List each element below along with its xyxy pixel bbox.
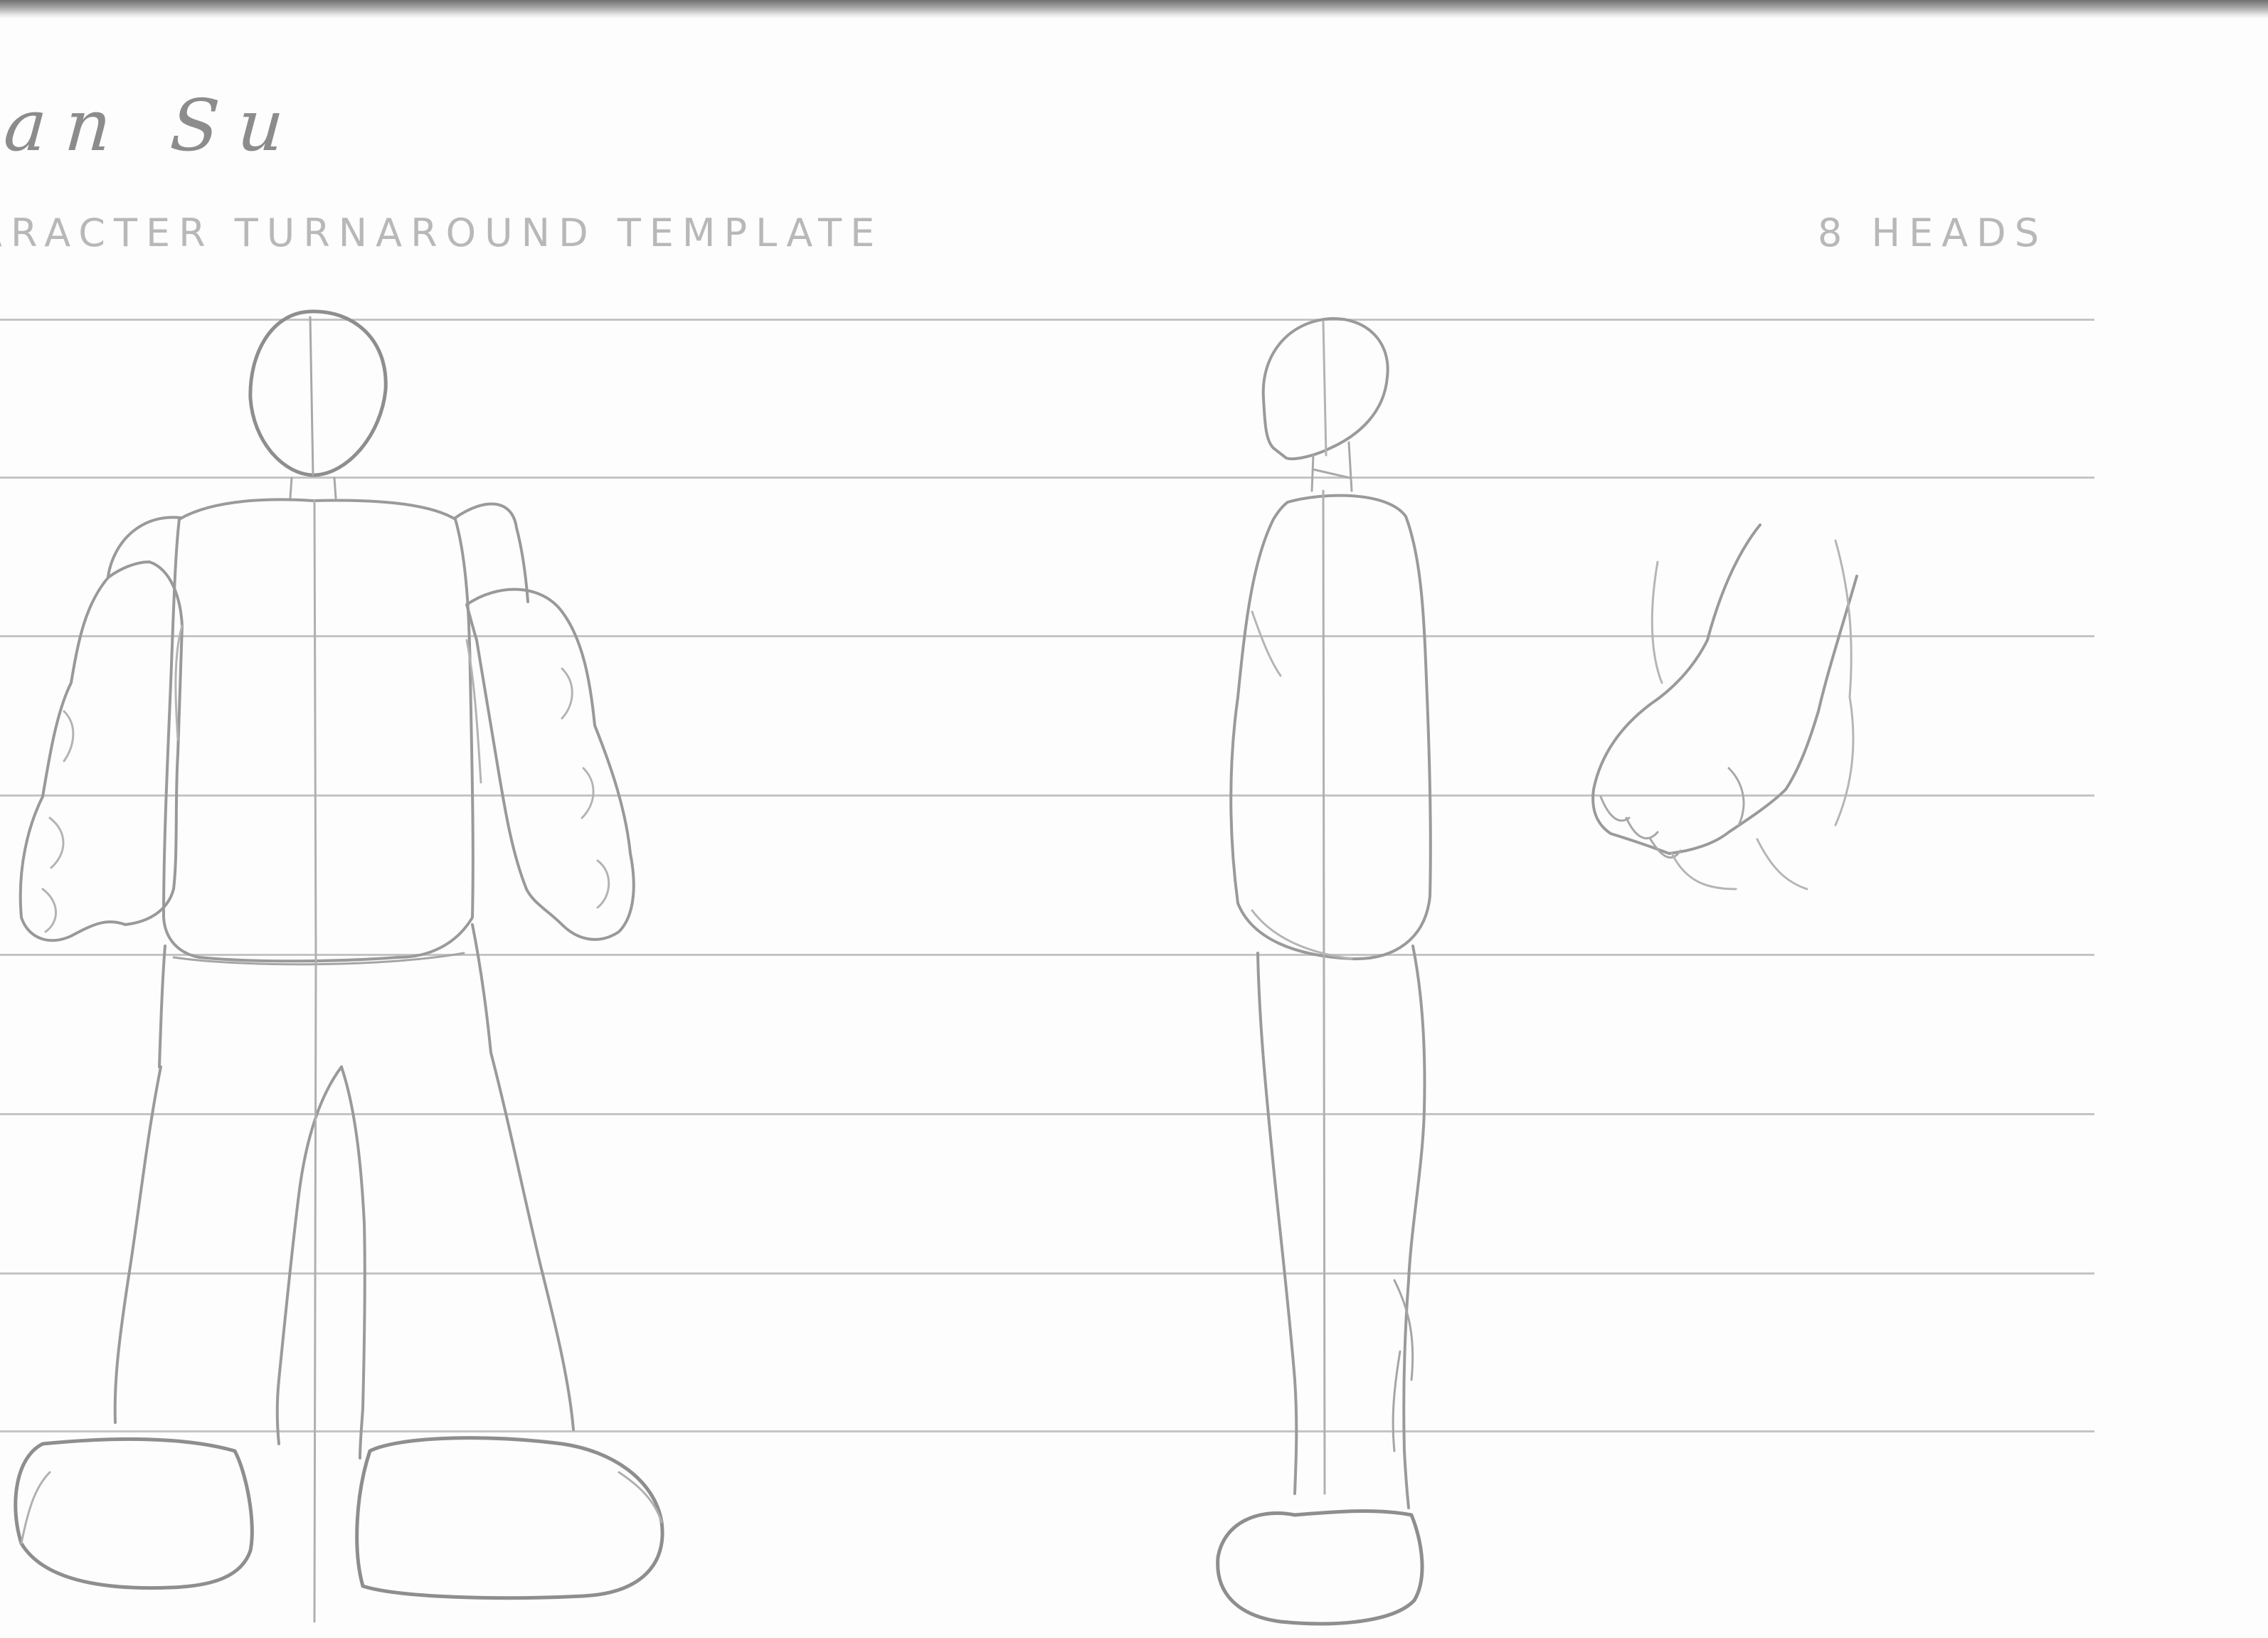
side-figure-sketch-icon (1216, 317, 1432, 1626)
turnaround-sheet: an Su ARACTER TURNAROUND TEMPLATE 8 HEAD… (0, 0, 2268, 1638)
front-figure-sketch-icon (14, 309, 664, 1623)
pencil-sketch-layer (14, 309, 1858, 1626)
arm-detail-sketch-icon (1591, 523, 1858, 890)
